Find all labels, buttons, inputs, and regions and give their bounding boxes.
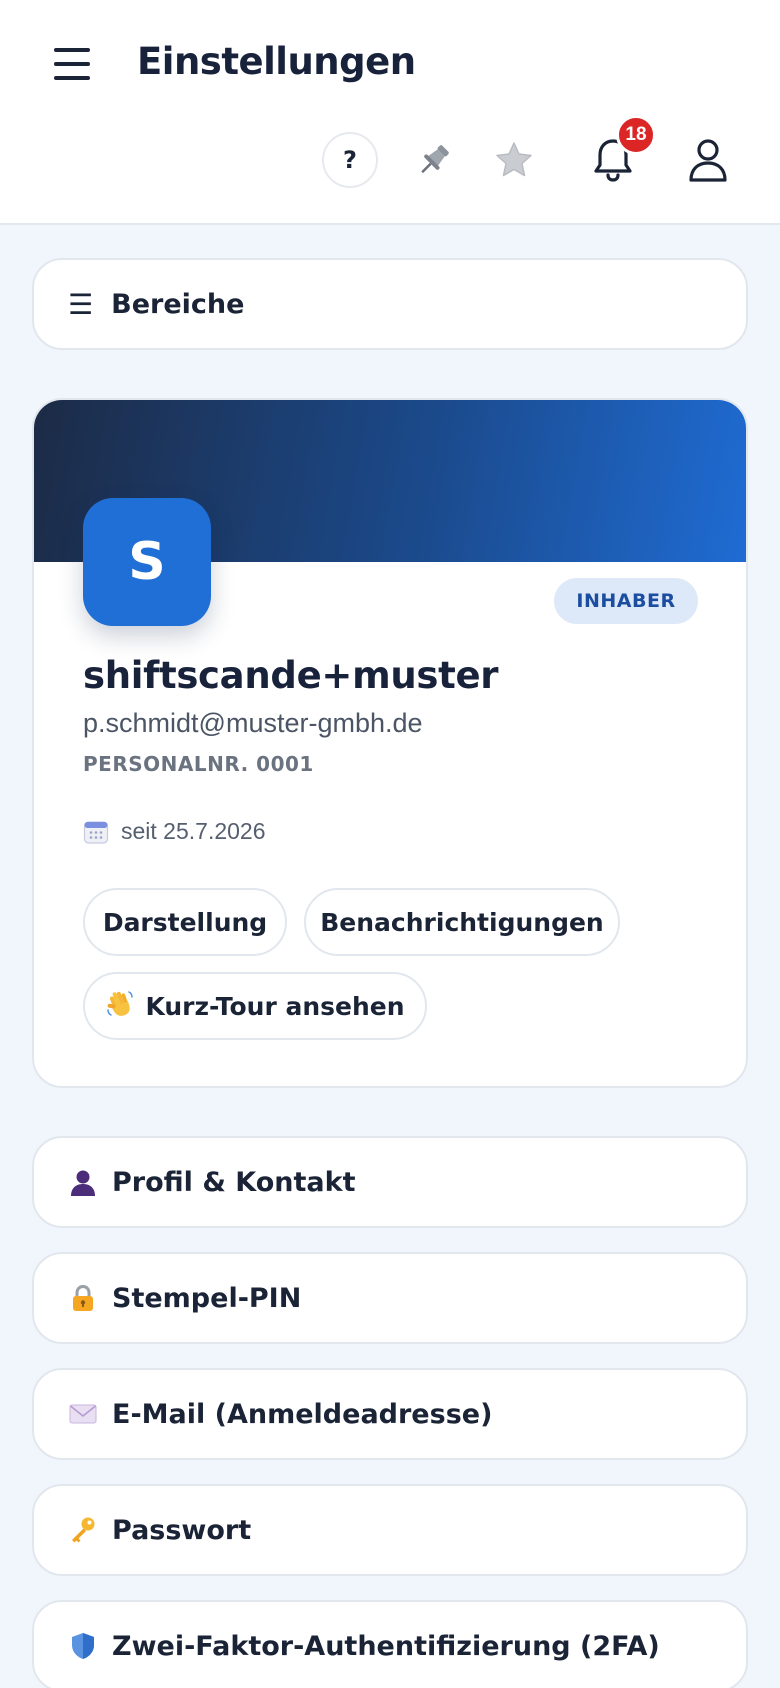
waving-hand-icon bbox=[105, 988, 135, 1025]
star-icon bbox=[496, 142, 532, 177]
envelope-icon bbox=[68, 1399, 98, 1429]
section-profile-contact[interactable]: Profil & Kontakt bbox=[32, 1136, 748, 1228]
lock-icon bbox=[68, 1283, 98, 1313]
section-label: Zwei-Faktor-Authentifizierung (2FA) bbox=[112, 1630, 660, 1662]
avatar: S bbox=[83, 498, 211, 626]
key-icon bbox=[68, 1515, 98, 1545]
top-app-bar: Einstellungen ? 18 bbox=[0, 0, 780, 225]
menu-button[interactable] bbox=[50, 44, 94, 84]
section-label: Passwort bbox=[112, 1514, 252, 1546]
sections-toggle[interactable]: ☰ Bereiche bbox=[32, 258, 748, 350]
section-stamp-pin[interactable]: Stempel-PIN bbox=[32, 1252, 748, 1344]
favorite-button[interactable] bbox=[488, 134, 540, 186]
tour-button-label: Kurz-Tour ansehen bbox=[145, 991, 405, 1021]
member-since: seit 25.7.2026 bbox=[83, 818, 266, 845]
section-email[interactable]: E-Mail (Anmeldeadresse) bbox=[32, 1368, 748, 1460]
personnel-number: PERSONALNR. 0001 bbox=[83, 752, 314, 776]
section-password[interactable]: Passwort bbox=[32, 1484, 748, 1576]
shield-icon bbox=[68, 1631, 98, 1661]
user-email: p.schmidt@muster-gmbh.de bbox=[83, 708, 423, 738]
member-since-text: seit 25.7.2026 bbox=[121, 818, 266, 844]
section-label: E-Mail (Anmeldeadresse) bbox=[112, 1398, 493, 1430]
user-name: shiftscande+muster bbox=[83, 654, 499, 697]
appearance-button[interactable]: Darstellung bbox=[83, 888, 287, 956]
pin-button[interactable] bbox=[408, 134, 460, 186]
tour-button[interactable]: Kurz-Tour ansehen bbox=[83, 972, 427, 1040]
list-icon: ☰ bbox=[68, 287, 94, 321]
profile-card: S INHABER shiftscande+muster p.schmidt@m… bbox=[32, 398, 748, 1088]
account-button[interactable] bbox=[680, 132, 736, 188]
page-title: Einstellungen bbox=[137, 40, 416, 83]
help-button[interactable]: ? bbox=[322, 132, 378, 188]
hamburger-icon bbox=[54, 48, 90, 52]
notifications-settings-button[interactable]: Benachrichtigungen bbox=[304, 888, 620, 956]
person-icon bbox=[68, 1167, 98, 1197]
role-badge: INHABER bbox=[554, 578, 698, 624]
notification-count-badge: 18 bbox=[616, 115, 656, 155]
section-label: Stempel-PIN bbox=[112, 1282, 302, 1314]
sections-toggle-label: Bereiche bbox=[111, 288, 245, 320]
section-label: Profil & Kontakt bbox=[112, 1166, 356, 1198]
user-icon bbox=[689, 139, 727, 182]
calendar-icon bbox=[83, 819, 109, 845]
pin-icon bbox=[421, 145, 449, 174]
section-2fa[interactable]: Zwei-Faktor-Authentifizierung (2FA) bbox=[32, 1600, 748, 1688]
